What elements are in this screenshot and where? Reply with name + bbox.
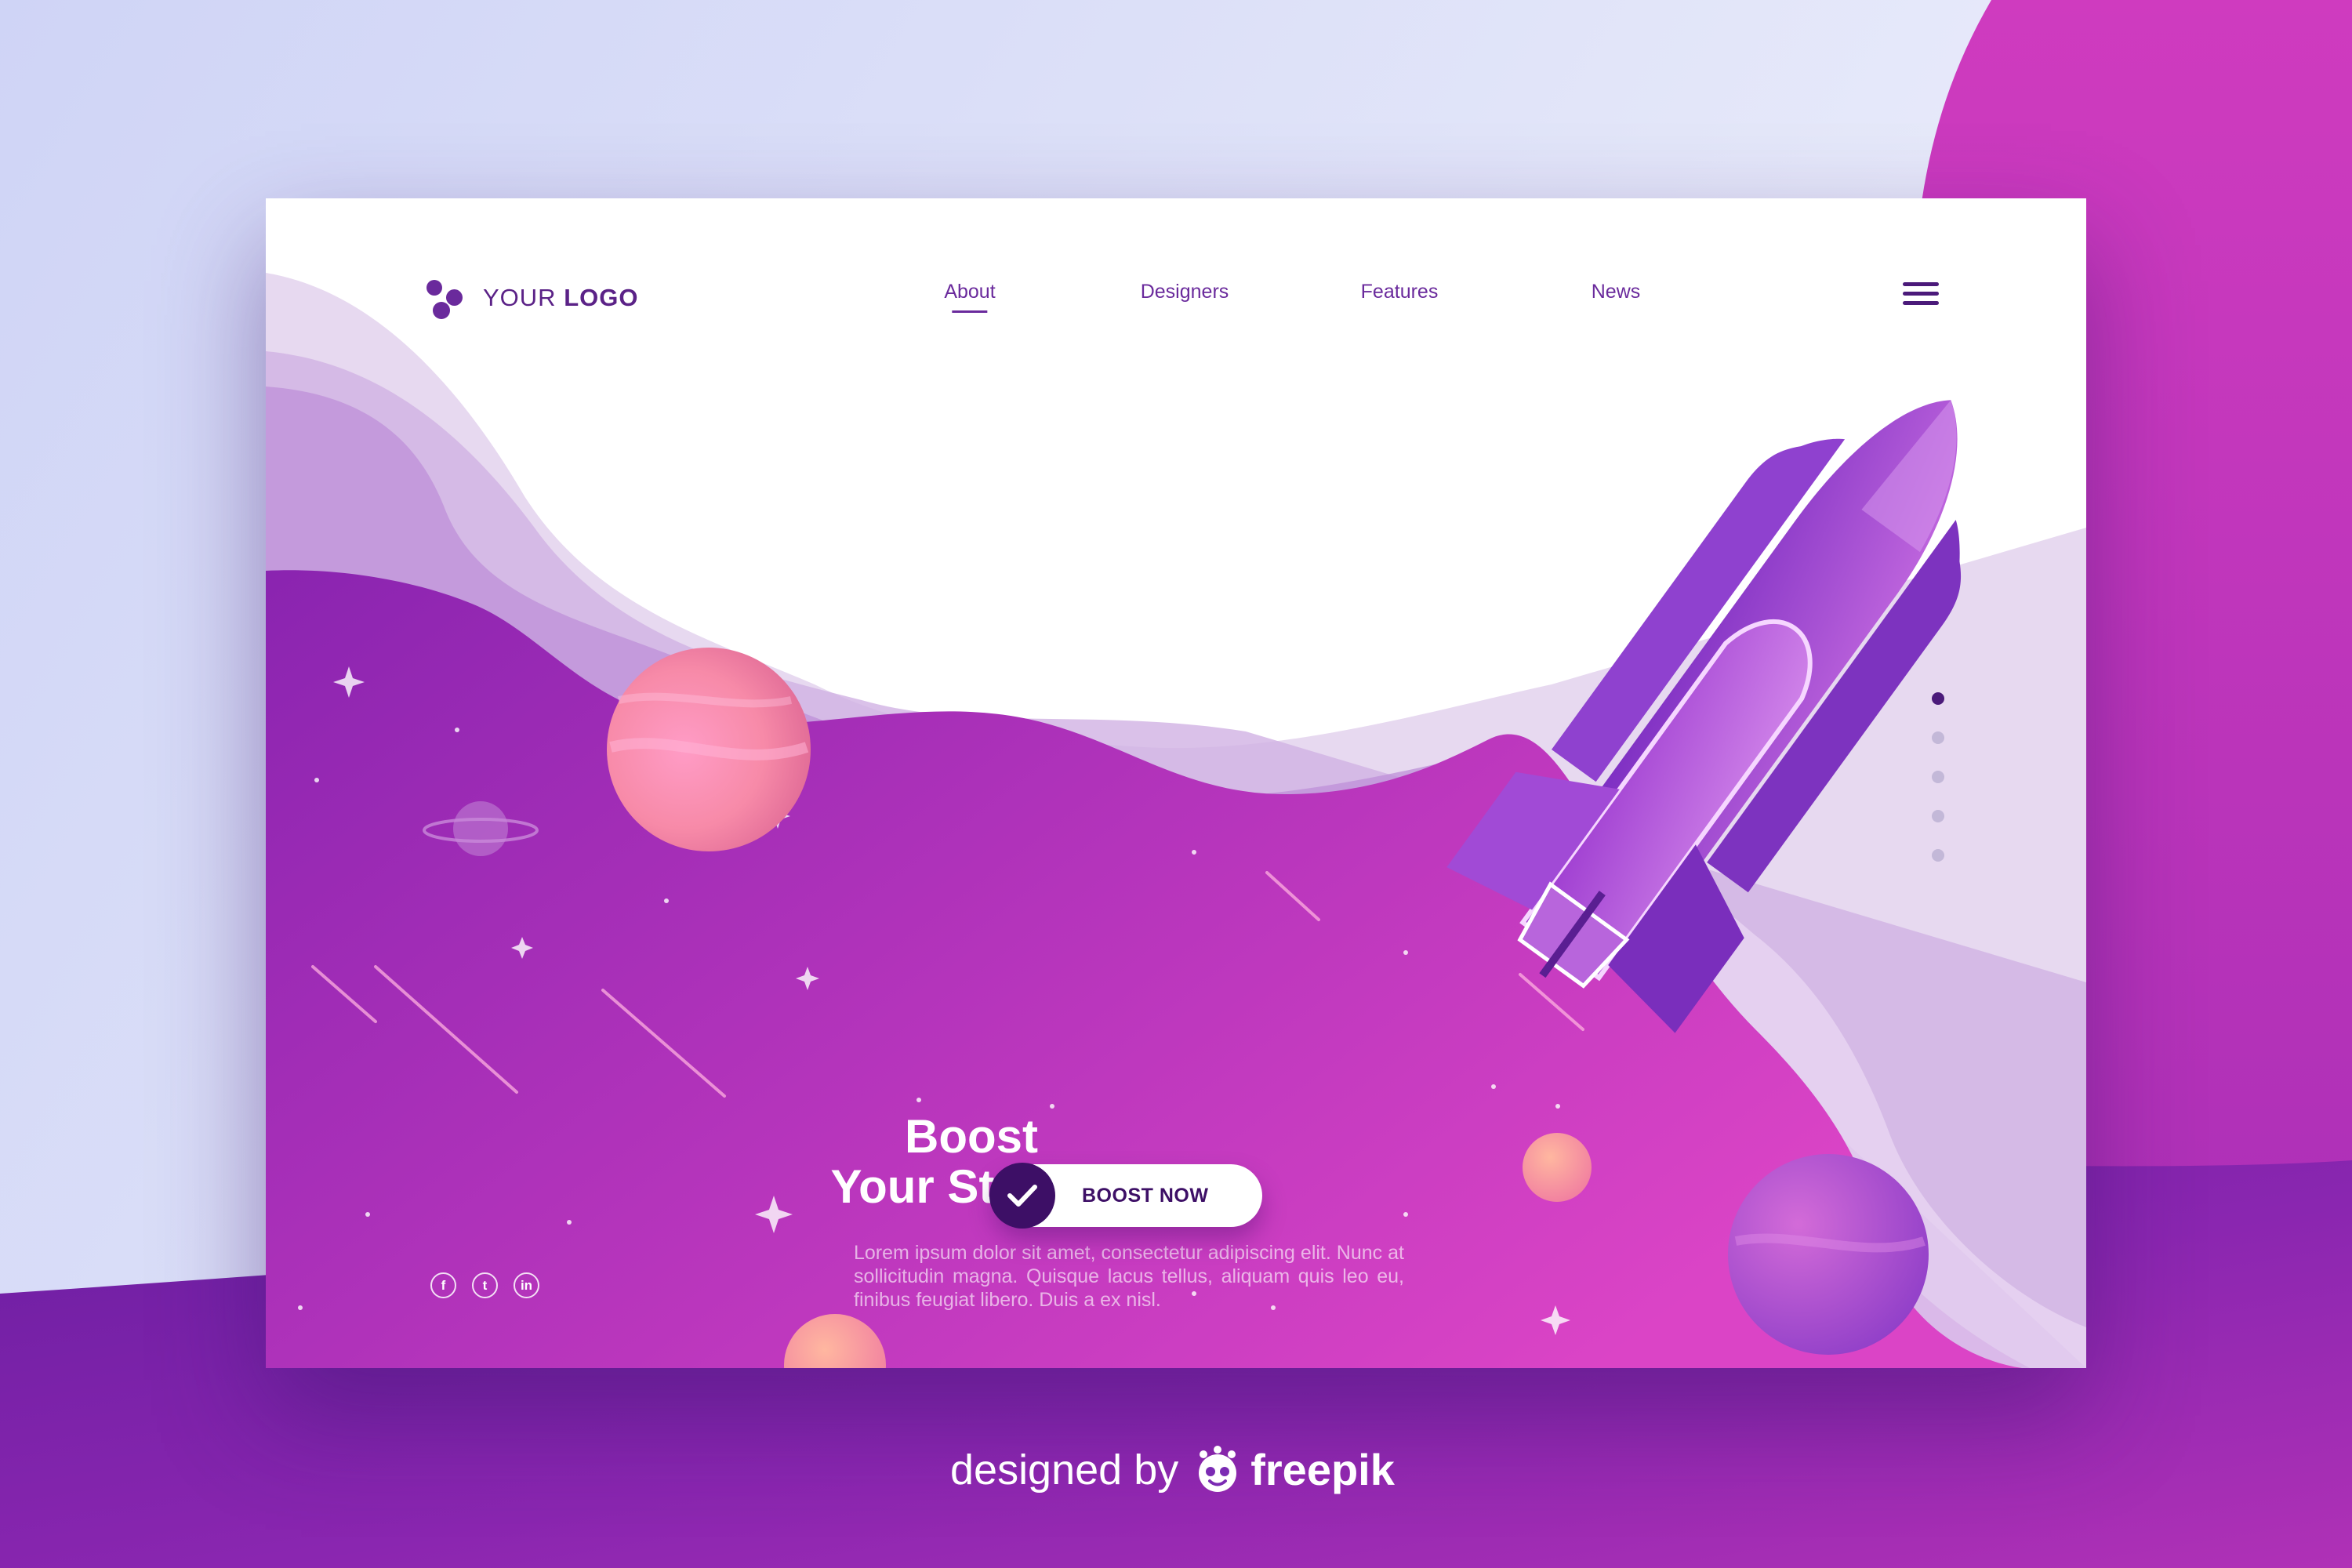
freepik-mascot-icon [1199,1445,1237,1492]
hero-title-line1: Boost [905,1110,1038,1163]
credit-text: designed by [950,1446,1179,1494]
hamburger-menu-icon[interactable] [1903,282,1939,309]
checkmark-icon [989,1163,1055,1229]
slider-pagination [1932,692,1944,888]
facebook-icon[interactable]: f [430,1272,456,1298]
nav-item-features[interactable]: Features [1361,281,1439,303]
social-links: f t in [430,1272,555,1298]
boost-now-button[interactable]: BOOST NOW [989,1163,1262,1229]
slider-dot-5[interactable] [1932,849,1944,862]
slider-dot-2[interactable] [1932,731,1944,744]
slider-dot-3[interactable] [1932,771,1944,783]
top-nav: About Designers Features News [266,281,2086,328]
landing-page-card: YOUR LOGO About Designers Features News … [266,198,2086,1368]
planet-large-violet [1728,1154,1929,1355]
planet-large-pink [607,648,811,851]
slider-dot-1[interactable] [1932,692,1944,705]
nav-item-about[interactable]: About [944,281,996,313]
nav-item-designers[interactable]: Designers [1141,281,1229,303]
freepik-brand: freepik [1250,1445,1395,1494]
boost-now-label: BOOST NOW [1082,1185,1209,1207]
designer-credit: designed by freepik [950,1444,1395,1495]
hero-description: Lorem ipsum dolor sit amet, consectetur … [854,1242,1404,1311]
slider-dot-4[interactable] [1932,810,1944,822]
linkedin-icon[interactable]: in [514,1272,539,1298]
twitter-icon[interactable]: t [472,1272,498,1298]
nav-item-news[interactable]: News [1592,281,1641,303]
planet-small-orange [1523,1133,1592,1202]
